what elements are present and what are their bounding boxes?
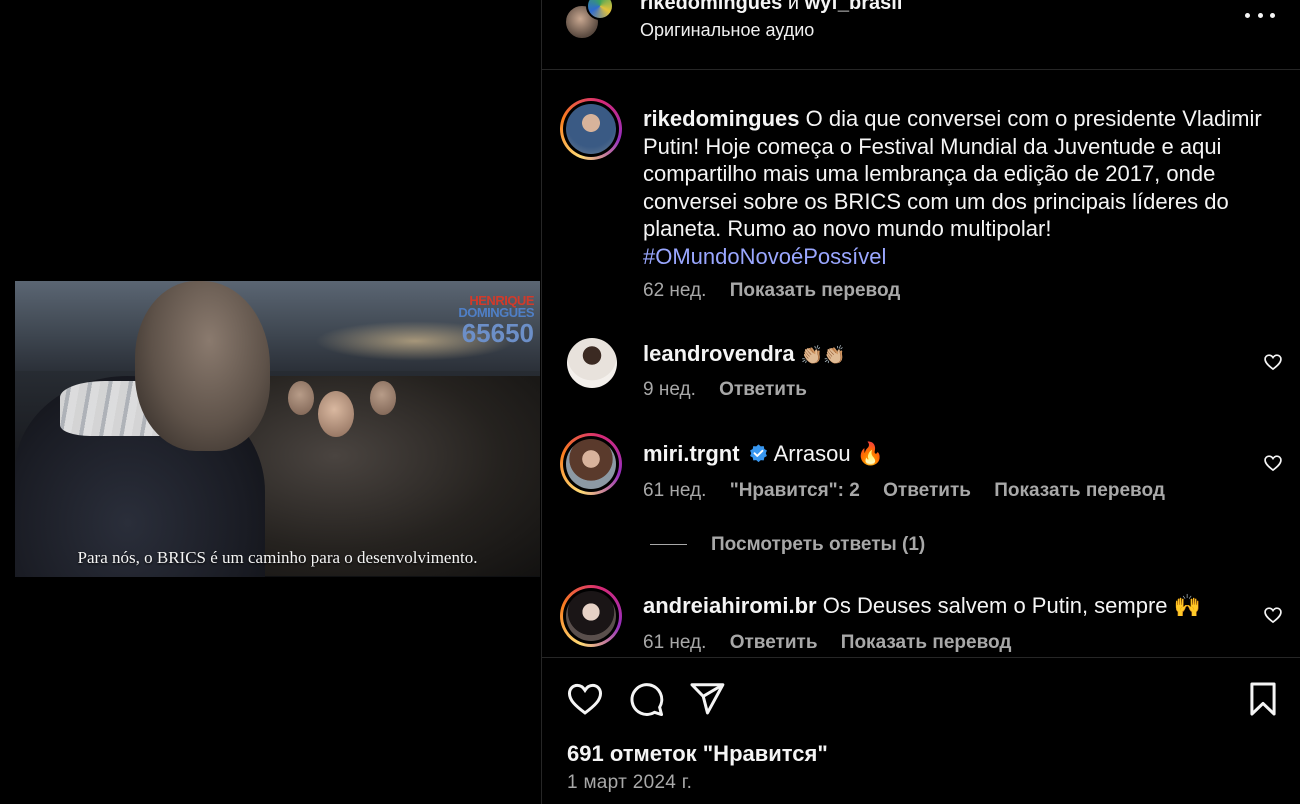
more-icon[interactable] [1245,8,1275,22]
comment-time[interactable]: 9 нед. [643,379,696,400]
comment-avatar[interactable] [567,338,617,388]
translate-button[interactable]: Показать перевод [994,480,1165,501]
comment-username[interactable]: leandrovendra [643,341,795,366]
post-authors: rikedomingues и wyf_brasil [640,0,902,15]
heart-icon[interactable] [1263,605,1283,625]
caption-text: rikedomingues O dia que conversei com o … [643,105,1283,270]
comment-likes[interactable]: "Нравится": 2 [730,480,860,501]
heart-icon[interactable] [566,680,604,718]
caption-avatar[interactable] [560,98,622,160]
video-subtitle: Para nós, o BRICS é um caminho para o de… [77,548,478,567]
view-replies-label: Посмотреть ответы (1) [711,534,926,555]
heart-icon[interactable] [1263,352,1283,372]
audio-link[interactable]: Оригинальное аудио [640,20,814,41]
heart-icon[interactable] [1263,453,1283,473]
post-video[interactable]: HENRIQUE DOMINGUES 65650 Para nós, o BRI… [15,281,540,577]
video-scene-face [318,391,354,437]
comment-avatar[interactable] [560,433,622,495]
reply-button[interactable]: Ответить [883,480,971,501]
comment-body: Os Deuses salvem o Putin, sempre 🙌 [822,593,1202,618]
comment-time[interactable]: 61 нед. [643,632,706,653]
comment-time[interactable]: 61 нед. [643,480,706,501]
comment-username[interactable]: andreiahiromi.br [643,593,817,618]
view-replies-line [650,544,687,546]
translate-button[interactable]: Показать перевод [841,632,1012,653]
collab-author-link[interactable]: wyf_brasil [805,0,903,14]
post-date[interactable]: 1 март 2024 г. [567,772,692,794]
video-watermark: HENRIQUE DOMINGUES 65650 [458,294,534,348]
likes-count[interactable]: 691 отметок "Нравится" [567,741,828,767]
comment-text: miri.trgnt Arrasou 🔥 [643,440,884,468]
comment-body: 👏🏼👏🏼 [800,345,846,366]
caption-username[interactable]: rikedomingues [643,106,799,131]
caption-meta: 62 нед. Показать перевод [643,280,900,302]
view-replies-button[interactable]: Посмотреть ответы (1) [650,534,925,556]
bookmark-icon[interactable] [1244,680,1282,718]
comment-avatar[interactable] [560,585,622,647]
video-scene-head [135,281,270,451]
author-link[interactable]: rikedomingues [640,0,782,14]
post-actions: 691 отметок "Нравится" 1 март 2024 г. [542,657,1300,804]
comment-text: andreiahiromi.br Os Deuses salvem o Puti… [643,592,1201,620]
reply-button[interactable]: Ответить [719,379,807,400]
authors-conjunction: и [787,0,799,14]
comment-icon[interactable] [627,680,665,718]
share-icon[interactable] [688,680,726,718]
comment-text: leandrovendra 👏🏼👏🏼 [643,340,846,370]
comments-list[interactable]: rikedomingues O dia que conversei com o … [542,70,1300,657]
reply-button[interactable]: Ответить [730,632,818,653]
caption-hashtag[interactable]: #OMundoNovoéPossível [643,244,886,269]
post-header: rikedomingues и wyf_brasil Оригинальное … [542,0,1300,70]
comment-body: Arrasou 🔥 [773,441,885,466]
comment-meta: 61 нед. Ответить Показать перевод [643,632,1011,654]
watermark-number: 65650 [461,318,534,348]
media-pane: HENRIQUE DOMINGUES 65650 Para nós, o BRI… [0,0,541,804]
comment-meta: 9 нед. Ответить [643,379,807,401]
video-scene-face [288,381,314,415]
caption-time[interactable]: 62 нед. [643,280,706,301]
verified-badge-icon [749,444,767,463]
comment-meta: 61 нед. "Нравится": 2 Ответить Показать … [643,480,1165,502]
video-scene-face [370,381,396,415]
comment-username[interactable]: miri.trgnt [643,441,740,466]
post-sidebar: rikedomingues и wyf_brasil Оригинальное … [541,0,1300,804]
collab-avatars[interactable] [564,0,614,42]
caption-translate-button[interactable]: Показать перевод [730,280,901,301]
